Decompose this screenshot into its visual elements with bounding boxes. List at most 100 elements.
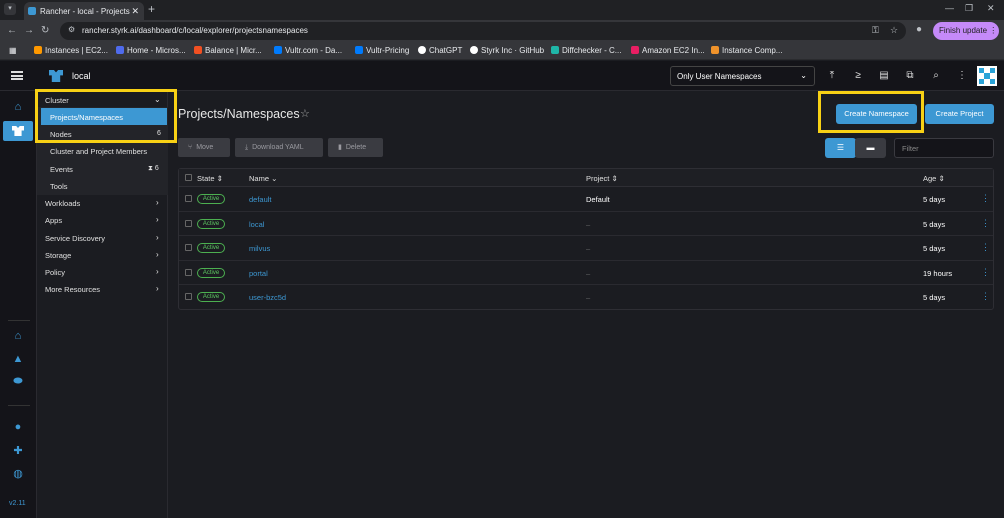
list-view-toggle[interactable]: ☰ (825, 138, 856, 158)
column-state[interactable]: State ⇕ (197, 174, 223, 183)
row-checkbox[interactable] (185, 268, 192, 276)
nav-group-workloads[interactable]: Workloads (45, 199, 80, 208)
row-actions-icon[interactable]: ⋮ (981, 242, 990, 253)
trash-icon: ▮ (338, 144, 342, 151)
row-checkbox[interactable] (185, 219, 192, 227)
password-key-icon[interactable]: ⚿ (872, 25, 879, 36)
nav-group-policy[interactable]: Policy (45, 268, 65, 277)
bookmark-github[interactable]: Styrk Inc · GitHub (470, 46, 544, 55)
move-button[interactable]: ⑂ Move (178, 138, 230, 157)
column-state-label: State (197, 174, 215, 183)
namespace-filter-select[interactable]: Only User Namespaces ⌄ (670, 66, 815, 86)
new-tab-icon[interactable]: + (148, 2, 155, 16)
nav-group-storage[interactable]: Storage (45, 251, 71, 260)
bookmark-favicon-icon (631, 46, 639, 54)
cluster-rail-button[interactable] (3, 121, 33, 141)
row-actions-icon[interactable]: ⋮ (981, 267, 990, 278)
forward-icon[interactable]: → (24, 25, 34, 36)
row-checkbox[interactable] (185, 195, 192, 202)
column-name[interactable]: Name ⌄ (249, 174, 277, 183)
select-all-checkbox[interactable] (185, 174, 192, 181)
finish-update-button[interactable]: Finish update ⋮ (933, 22, 999, 40)
close-tab-icon[interactable]: ✕ (131, 6, 139, 17)
age-cell: 5 days (923, 195, 946, 204)
namespace-link[interactable]: default (249, 195, 272, 204)
table-row[interactable]: Active portal – 19 hours ⋮ (179, 261, 993, 285)
row-actions-icon[interactable]: ⋮ (981, 291, 990, 302)
row-actions-icon[interactable]: ⋮ (981, 193, 990, 204)
address-bar[interactable]: ⚙ rancher.styrk.ai/dashboard/c/local/exp… (60, 22, 906, 40)
table-row[interactable]: Active milvus – 5 days ⋮ (179, 236, 993, 261)
bookmark-vultr-pricing[interactable]: Vultr-Pricing (355, 46, 409, 55)
fleet-icon[interactable]: ▲ (11, 353, 25, 365)
namespace-link[interactable]: milvus (249, 244, 270, 253)
row-checkbox[interactable] (185, 293, 192, 300)
bookmark-favicon-icon (355, 46, 363, 54)
bookmark-instances[interactable]: Instances | EC2... (34, 46, 108, 55)
nav-item-cluster-project-members[interactable]: Cluster and Project Members (50, 147, 147, 156)
bookmark-balance[interactable]: Balance | Micr... (194, 46, 262, 55)
bookmark-favicon-icon (551, 46, 559, 54)
bookmark-diffchecker[interactable]: Diffchecker - C... (551, 46, 621, 55)
browser-tab[interactable]: Rancher - local - Projects ✕ (24, 2, 144, 20)
bookmark-star-icon[interactable]: ☆ (890, 25, 898, 36)
bookmark-chatgpt[interactable]: ChatGPT (418, 46, 462, 55)
back-icon[interactable]: ← (7, 25, 17, 36)
namespace-link[interactable]: user-bzc5d (249, 293, 286, 302)
apps-store-icon[interactable]: ⌂ (11, 330, 25, 342)
namespace-link[interactable]: portal (249, 269, 268, 278)
create-project-button[interactable]: Create Project (925, 104, 994, 124)
download-yaml-button[interactable]: ⤓ Download YAML (235, 138, 323, 157)
nav-group-apps[interactable]: Apps (45, 216, 62, 225)
nav-group-more-resources[interactable]: More Resources (45, 285, 100, 294)
table-row[interactable]: Active user-bzc5d – 5 days ⋮ (179, 285, 993, 310)
tab-search-icon[interactable]: ▾ (4, 3, 16, 15)
bookmark-favicon-icon (116, 46, 124, 54)
bookmark-vultr-dash[interactable]: Vultr.com - Da... (274, 46, 342, 55)
search-icon[interactable]: ⌕ (929, 70, 943, 81)
column-project[interactable]: Project ⇕ (586, 174, 618, 183)
status-badge: Active (197, 194, 225, 204)
project-cell: – (586, 219, 591, 229)
copy-icon[interactable]: ⧉ (903, 70, 917, 81)
storage-pill-icon[interactable]: ⬬ (11, 375, 25, 388)
namespace-link[interactable]: local (249, 220, 264, 229)
row-checkbox[interactable] (185, 244, 192, 251)
menu-icon[interactable] (11, 71, 23, 80)
reload-icon[interactable]: ↻ (41, 25, 49, 36)
upload-icon[interactable]: ⤒ (825, 70, 839, 81)
minimize-icon[interactable]: — (945, 3, 954, 13)
table-row[interactable]: Active local – 5 days ⋮ (179, 212, 993, 236)
maximize-icon[interactable]: ❐ (965, 3, 973, 14)
bookmark-favicon-icon (34, 46, 42, 54)
row-actions-icon[interactable]: ⋮ (981, 218, 990, 229)
home-icon[interactable]: ⌂ (11, 101, 25, 113)
bookmark-label: Styrk Inc · GitHub (481, 46, 545, 55)
create-namespace-button[interactable]: Create Namespace (836, 104, 917, 124)
group-view-toggle[interactable]: ▬ (855, 138, 886, 158)
more-icon[interactable]: ⋮ (955, 70, 969, 81)
nav-item-events[interactable]: Events (50, 165, 73, 174)
delete-button[interactable]: ▮ Delete (328, 138, 383, 157)
column-age[interactable]: Age ⇕ (923, 174, 945, 183)
favorite-star-icon[interactable]: ☆ (300, 107, 310, 120)
close-window-icon[interactable]: ✕ (987, 3, 995, 14)
site-info-icon[interactable]: ⚙ (68, 25, 75, 34)
nav-group-service-discovery[interactable]: Service Discovery (45, 234, 105, 243)
user-icon[interactable]: ● (11, 421, 25, 433)
namespace-filter-value: Only User Namespaces (677, 72, 762, 81)
filter-input[interactable]: Filter (894, 138, 994, 158)
avatar[interactable] (977, 66, 997, 86)
table-row[interactable]: Active default Default 5 days ⋮ (179, 187, 993, 212)
profile-icon[interactable]: ● (916, 24, 922, 35)
bookmark-amazon-ec2[interactable]: Amazon EC2 In... (631, 46, 705, 55)
bookmark-instance-comp[interactable]: Instance Comp... (711, 46, 782, 55)
bookmark-home-microsoft[interactable]: Home - Micros... (116, 46, 186, 55)
bookmark-label: Instance Comp... (722, 46, 783, 55)
file-icon[interactable]: ▤ (877, 70, 891, 81)
apps-grid-icon[interactable]: ▦ (9, 46, 17, 55)
globe-icon[interactable]: ◍ (11, 467, 25, 480)
terminal-icon[interactable]: ≥ (851, 70, 865, 81)
extensions-puzzle-icon[interactable]: ✚ (11, 444, 25, 457)
nav-item-tools[interactable]: Tools (50, 182, 68, 191)
